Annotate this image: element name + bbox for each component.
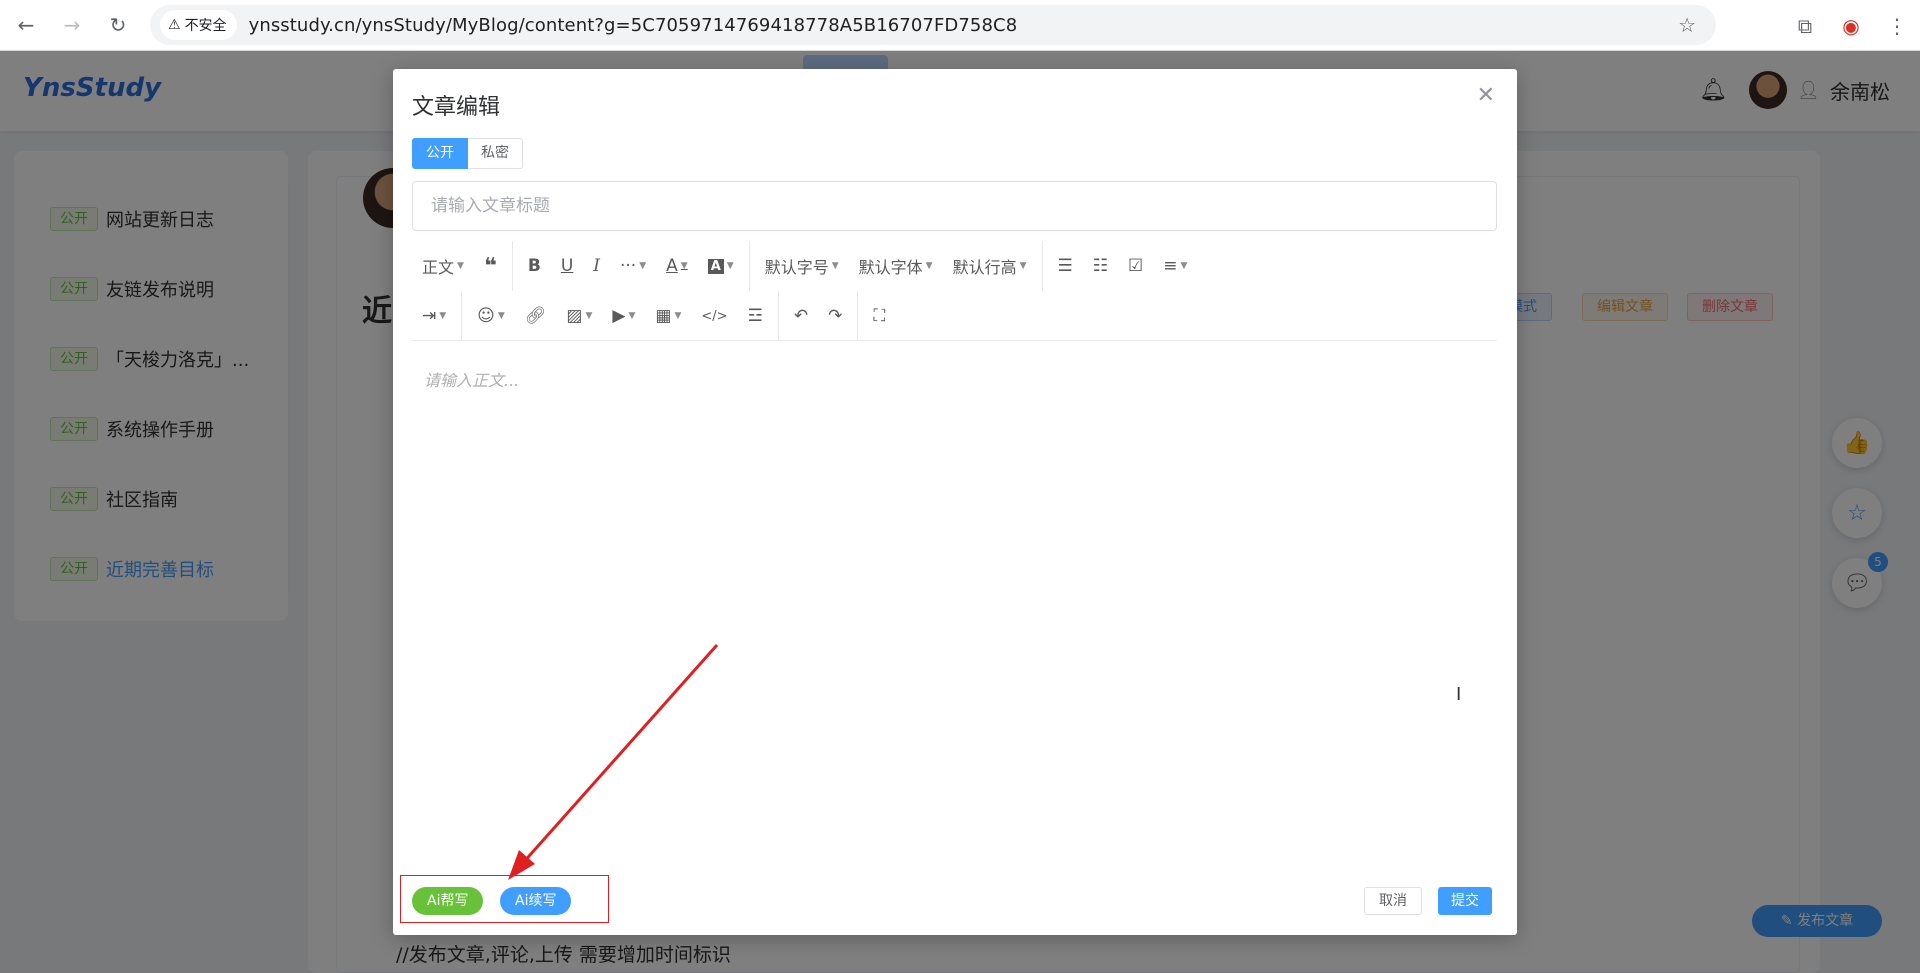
caret-down-icon: ▼ bbox=[680, 261, 688, 271]
toolbar-divider bbox=[511, 241, 513, 291]
caret-down-icon: ▼ bbox=[674, 311, 682, 321]
background-color-icon[interactable]: A ▼ bbox=[698, 246, 744, 286]
paragraph-style-dropdown[interactable]: 正文 ▼ bbox=[412, 246, 474, 286]
ai-help-write-button[interactable]: Ai帮写 bbox=[412, 887, 484, 915]
bold-icon[interactable]: B bbox=[518, 246, 551, 286]
security-chip[interactable]: ⚠ 不安全 bbox=[160, 10, 237, 40]
extensions-icon[interactable]: ⧉ bbox=[1782, 14, 1828, 38]
caret-down-icon: ▼ bbox=[831, 261, 839, 271]
address-bar[interactable]: ⚠ 不安全 ynsstudy.cn/ynsStudy/MyBlog/conten… bbox=[150, 5, 1716, 45]
public-option[interactable]: 公开 bbox=[412, 138, 468, 169]
italic-icon[interactable]: I bbox=[583, 246, 610, 286]
link-icon[interactable]: 🔗︎ bbox=[515, 296, 557, 336]
caret-down-icon: ▼ bbox=[585, 311, 593, 321]
caret-down-icon: ▼ bbox=[726, 261, 734, 271]
bulleted-list-icon[interactable]: ☰ bbox=[1048, 246, 1083, 286]
forward-arrow-icon[interactable]: → bbox=[52, 5, 92, 45]
line-height-dropdown[interactable]: 默认行高 ▼ bbox=[943, 246, 1037, 286]
cancel-button[interactable]: 取消 bbox=[1364, 887, 1422, 915]
caret-down-icon: ▼ bbox=[497, 311, 505, 321]
toolbar-divider bbox=[1041, 241, 1043, 291]
toolbar-divider bbox=[857, 291, 859, 341]
private-option[interactable]: 私密 bbox=[468, 138, 523, 169]
caret-down-icon: ▼ bbox=[1180, 261, 1188, 271]
toolbar-row: ⇥ ▼ ☺ ▼ 🔗︎ ▨ ▼ ▶ ▼ ▦ ▼ </> ☲ ↶ ↷ ⛶ bbox=[412, 291, 895, 341]
close-icon[interactable]: ✕ bbox=[1477, 83, 1495, 108]
paragraph-style-label: 正文 bbox=[422, 258, 455, 277]
editor-body-placeholder[interactable]: 请输入正文... bbox=[424, 367, 519, 391]
caret-down-icon: ▼ bbox=[628, 311, 636, 321]
article-title-input[interactable] bbox=[412, 181, 1497, 231]
redo-icon[interactable]: ↷ bbox=[818, 296, 852, 336]
line-height-label: 默认行高 bbox=[952, 258, 1017, 277]
kebab-menu-icon[interactable]: ⋮ bbox=[1874, 14, 1920, 38]
fullscreen-icon[interactable]: ⛶ bbox=[863, 296, 895, 336]
code-icon[interactable]: </> bbox=[691, 296, 737, 336]
emoji-icon[interactable]: ☺ ▼ bbox=[467, 296, 515, 336]
caret-down-icon: ▼ bbox=[639, 261, 647, 271]
undo-icon[interactable]: ↶ bbox=[784, 296, 818, 336]
image-icon[interactable]: ▨ ▼ bbox=[556, 296, 602, 336]
submit-button[interactable]: 提交 bbox=[1438, 887, 1492, 915]
reload-icon[interactable]: ↻ bbox=[98, 5, 138, 45]
text-cursor-icon: I bbox=[1456, 684, 1462, 705]
font-size-label: 默认字号 bbox=[764, 258, 829, 277]
toolbar-row: 正文 ▼ ❝ B U I ··· ▼ A ▼ A ▼ 默认字号 ▼ 默认字体 ▼ 默认行高 ▼… bbox=[412, 241, 1197, 291]
browser-actions: ⧉ ◉ ⋮ bbox=[1782, 0, 1920, 51]
visibility-toggle: 公开 私密 bbox=[412, 138, 523, 169]
ai-continue-write-button[interactable]: Ai续写 bbox=[500, 887, 572, 915]
caret-down-icon: ▼ bbox=[925, 261, 933, 271]
quote-icon[interactable]: ❝ bbox=[474, 246, 507, 286]
security-label: 不安全 bbox=[184, 18, 227, 34]
bookmark-star-icon[interactable]: ☆ bbox=[1678, 13, 1696, 37]
back-arrow-icon[interactable]: ← bbox=[6, 5, 46, 45]
caret-down-icon: ▼ bbox=[457, 261, 464, 271]
caret-down-icon: ▼ bbox=[1019, 261, 1027, 271]
toolbar-divider bbox=[748, 241, 750, 291]
dialog-title: 文章编辑 bbox=[412, 95, 501, 120]
caret-down-icon: ▼ bbox=[439, 311, 447, 321]
toolbar-divider bbox=[777, 291, 779, 341]
more-styles-icon[interactable]: ··· ▼ bbox=[610, 246, 656, 286]
video-icon[interactable]: ▶ ▼ bbox=[602, 296, 645, 336]
warning-icon: ⚠ bbox=[168, 17, 181, 33]
numbered-list-icon[interactable]: ☷ bbox=[1083, 246, 1118, 286]
indent-icon[interactable]: ⇥ ▼ bbox=[412, 296, 456, 336]
article-edit-dialog: 文章编辑 ✕ 公开 私密 正文▼ ❝ B U I ···▼ A▼ A▼ 默认字号… bbox=[393, 69, 1517, 935]
profile-icon[interactable]: ◉ bbox=[1828, 14, 1874, 38]
toolbar-divider bbox=[461, 291, 463, 341]
font-family-label: 默认字体 bbox=[858, 258, 923, 277]
url-text[interactable]: ynsstudy.cn/ynsStudy/MyBlog/content?g=5C… bbox=[249, 15, 1018, 36]
table-icon[interactable]: ▦ ▼ bbox=[645, 296, 691, 336]
font-size-dropdown[interactable]: 默认字号 ▼ bbox=[755, 246, 849, 286]
divider-line-icon[interactable]: ☲ bbox=[738, 296, 773, 336]
todo-checkbox-icon[interactable]: ☑ bbox=[1118, 246, 1153, 286]
editor-toolbar: 正文 ▼ ❝ B U I ··· ▼ A ▼ A ▼ 默认字号 ▼ 默认字体 ▼ 默认行高 ▼… bbox=[412, 241, 1497, 341]
align-icon[interactable]: ≡ ▼ bbox=[1153, 246, 1197, 286]
underline-icon[interactable]: U bbox=[551, 246, 583, 286]
font-color-icon[interactable]: A ▼ bbox=[656, 246, 698, 286]
font-family-dropdown[interactable]: 默认字体 ▼ bbox=[849, 246, 943, 286]
browser-toolbar: ← → ↻ ⚠ 不安全 ynsstudy.cn/ynsStudy/MyBlog/… bbox=[0, 0, 1920, 51]
